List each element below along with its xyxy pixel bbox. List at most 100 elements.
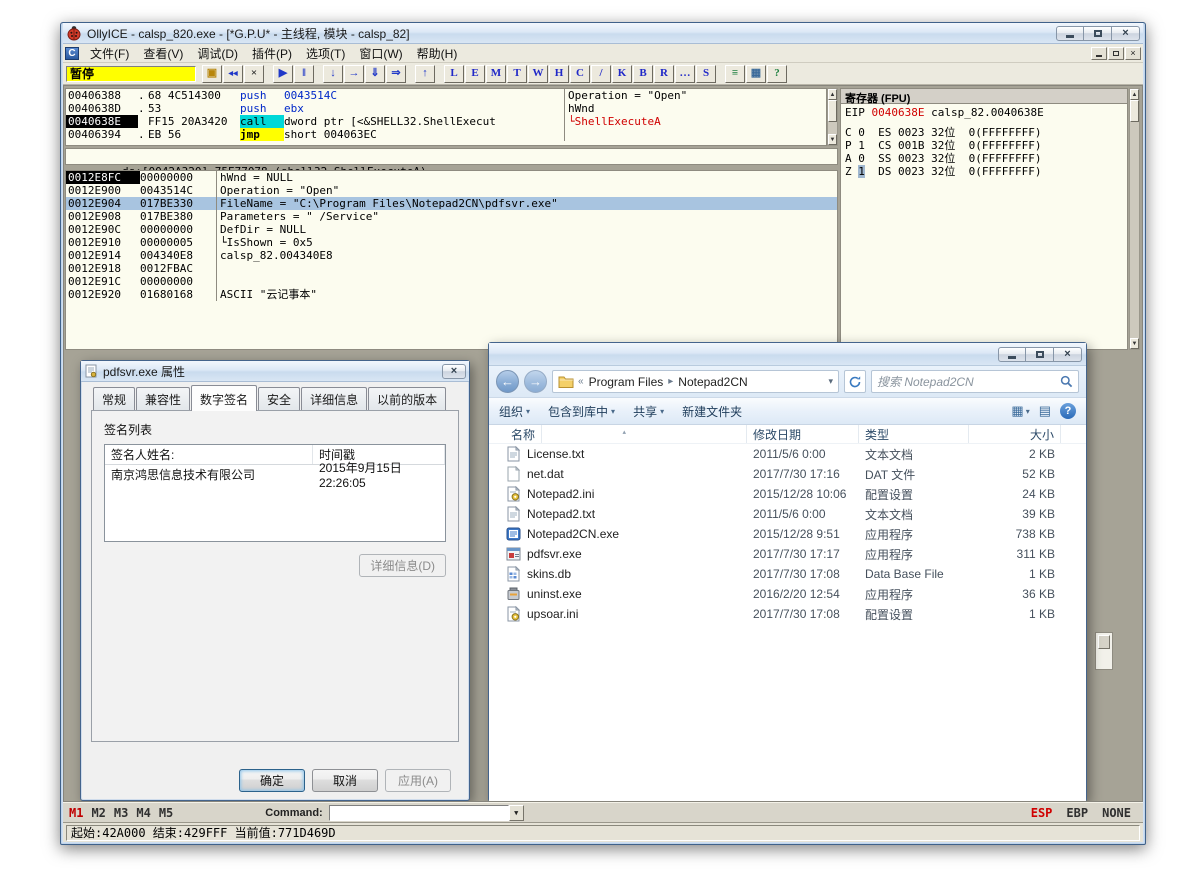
disassembly-scrollbar[interactable]: ▲ ▼ — [827, 88, 838, 146]
menu-item[interactable]: 文件(F) — [83, 43, 136, 64]
mdi-close-button[interactable]: × — [1125, 47, 1141, 60]
register-flag-row[interactable]: Z 1 DS 0023 32位 0(FFFFFFFF) — [845, 165, 1123, 178]
close-button[interactable]: × — [1054, 347, 1082, 362]
dialog-close-button[interactable]: × — [442, 364, 466, 379]
scroll-down-icon[interactable]: ▼ — [1130, 338, 1139, 349]
tab-2[interactable]: 数字签名 — [191, 385, 257, 411]
cpu-window-icon[interactable]: C — [65, 47, 79, 60]
scroll-thumb[interactable] — [1098, 635, 1110, 649]
indicator-none[interactable]: NONE — [1102, 806, 1131, 820]
address-bar[interactable]: «Program Files▸Notepad2CN ▾ — [552, 370, 839, 393]
close-button[interactable]: × — [1112, 26, 1140, 41]
file-row[interactable]: Notepad2CN.exe2015/12/28 9:51应用程序738 KB — [489, 524, 1086, 544]
stack-row[interactable]: 0012E904017BE330FileName = "C:\Program F… — [66, 197, 837, 210]
search-input[interactable] — [877, 375, 1060, 389]
toolbar-close-button[interactable]: × — [244, 65, 264, 83]
mdi-restore-button[interactable] — [1108, 47, 1124, 60]
menu-item[interactable]: 选项(T) — [299, 43, 352, 64]
file-row[interactable]: uninst.exe2016/2/20 12:54应用程序36 KB — [489, 584, 1086, 604]
tab-5[interactable]: 以前的版本 — [368, 387, 446, 411]
disasm-row[interactable]: 00406394.EB 56jmpshort 004063EC — [66, 128, 826, 141]
toolbar-help-button[interactable]: ? — [767, 65, 787, 83]
toolbar-view-handles-button[interactable]: H — [549, 65, 569, 83]
m-button-m3[interactable]: M3 — [114, 806, 128, 820]
register-eip-row[interactable]: EIP 0040638E calsp_82.0040638E — [845, 106, 1123, 119]
column-signer-name[interactable]: 签名人姓名: — [105, 445, 313, 464]
address-dropdown-icon[interactable]: ▾ — [828, 376, 833, 387]
file-row[interactable]: Notepad2.ini2015/12/28 10:06配置设置24 KB — [489, 484, 1086, 504]
m-button-m1[interactable]: M1 — [69, 806, 83, 820]
disasm-row[interactable]: 0040638EFF15 20A3420calldword ptr [<&SHE… — [66, 115, 826, 128]
maximize-button[interactable] — [1026, 347, 1054, 362]
toolbar-pause-button[interactable]: ‖ — [294, 65, 314, 83]
toolbar-appearance-button[interactable]: ≡ — [725, 65, 745, 83]
toolbar-animate-into-button[interactable]: ⇓ — [365, 65, 385, 83]
m-button-m5[interactable]: M5 — [159, 806, 173, 820]
register-flag-row[interactable]: P 1 CS 001B 32位 0(FFFFFFFF) — [845, 139, 1123, 152]
file-row[interactable]: pdfsvr.exe2017/7/30 17:17应用程序311 KB — [489, 544, 1086, 564]
scroll-down-icon[interactable]: ▼ — [828, 134, 837, 145]
disasm-row[interactable]: 0040638D.53pushebxhWnd — [66, 102, 826, 115]
menu-item[interactable]: 帮助(H) — [410, 43, 465, 64]
menu-item[interactable]: 调试(D) — [190, 43, 245, 64]
toolbar-step-into-button[interactable]: ↓ — [323, 65, 343, 83]
disasm-row[interactable]: 00406388.68 4C514300push0043514COperatio… — [66, 89, 826, 102]
toolbar-view-threads-button[interactable]: T — [507, 65, 527, 83]
m-button-m2[interactable]: M2 — [91, 806, 105, 820]
menu-item[interactable]: 窗口(W) — [352, 43, 409, 64]
toolbar-view-references-button[interactable]: R — [654, 65, 674, 83]
maximize-button[interactable] — [1084, 26, 1112, 41]
toolbar-view-windows-button[interactable]: W — [528, 65, 548, 83]
obscured-scrollbar-fragment[interactable] — [1095, 632, 1113, 670]
toolbar-view-source-button[interactable]: S — [696, 65, 716, 83]
explorer-titlebar[interactable]: × — [489, 343, 1086, 366]
stack-row[interactable]: 0012E914004340E8calsp_82.004340E8 — [66, 249, 837, 262]
cancel-button[interactable]: 取消 — [312, 769, 378, 792]
minimize-button[interactable] — [998, 347, 1026, 362]
toolbar-view-breakpoints-button[interactable]: B — [633, 65, 653, 83]
register-flag-row[interactable]: C 0 ES 0023 32位 0(FFFFFFFF) — [845, 126, 1123, 139]
scroll-thumb[interactable] — [1130, 100, 1139, 122]
breadcrumb-item[interactable]: Notepad2CN — [675, 374, 750, 390]
file-row[interactable]: skins.db2017/7/30 17:08Data Base File1 K… — [489, 564, 1086, 584]
change-view-button[interactable]: ▦▾ — [1011, 403, 1029, 419]
breadcrumb-item[interactable]: Program Files — [586, 374, 667, 390]
toolbar-view-memory-button[interactable]: M — [486, 65, 506, 83]
tab-0[interactable]: 常规 — [93, 387, 135, 411]
toolbar-view-call-stack-button[interactable]: K — [612, 65, 632, 83]
refresh-button[interactable] — [844, 370, 866, 393]
minimize-button[interactable] — [1056, 26, 1084, 41]
stack-row[interactable]: 0012E90C00000000DefDir = NULL — [66, 223, 837, 236]
toolbar-animate-over-button[interactable]: ⇒ — [386, 65, 406, 83]
explorer-toolbar-include-in-library[interactable]: 包含到库中▾ — [548, 403, 615, 420]
stack-row[interactable]: 0012E8FC00000000hWnd = NULL — [66, 171, 837, 184]
explorer-toolbar-organize[interactable]: 组织▾ — [499, 403, 530, 420]
signature-row[interactable]: 南京鸿思信息技术有限公司 2015年9月15日 22:26:05 — [105, 465, 445, 484]
command-dropdown-icon[interactable]: ▼ — [509, 805, 524, 821]
stack-row[interactable]: 0012E92001680168ASCII "云记事本" — [66, 288, 837, 301]
file-row[interactable]: Notepad2.txt2011/5/6 0:00文本文档39 KB — [489, 504, 1086, 524]
toolbar-step-over-button[interactable]: → — [344, 65, 364, 83]
mdi-minimize-button[interactable] — [1091, 47, 1107, 60]
toolbar-windows-list-button[interactable]: ▦ — [746, 65, 766, 83]
explorer-toolbar-new-folder[interactable]: 新建文件夹 — [682, 403, 742, 420]
tab-3[interactable]: 安全 — [258, 387, 300, 411]
forward-button[interactable]: → — [524, 370, 547, 393]
toolbar-view-patches-button[interactable]: / — [591, 65, 611, 83]
file-row[interactable]: upsoar.ini2017/7/30 17:08配置设置1 KB — [489, 604, 1086, 624]
stack-row[interactable]: 0012E9180012FBAC — [66, 262, 837, 275]
dialog-titlebar[interactable]: pdfsvr.exe 属性 × — [81, 361, 469, 382]
toolbar-view-executables-button[interactable]: E — [465, 65, 485, 83]
m-button-m4[interactable]: M4 — [136, 806, 150, 820]
file-row[interactable]: License.txt2011/5/6 0:00文本文档2 KB — [489, 444, 1086, 464]
toolbar-restart-button[interactable]: ◀◀ — [223, 65, 243, 83]
scroll-thumb[interactable] — [828, 100, 837, 122]
toolbar-execute-till-return-button[interactable]: ↑ — [415, 65, 435, 83]
tab-4[interactable]: 详细信息 — [301, 387, 367, 411]
stack-row[interactable]: 0012E91000000005└IsShown = 0x5 — [66, 236, 837, 249]
indicator-esp[interactable]: ESP — [1031, 806, 1053, 820]
command-input[interactable] — [329, 805, 509, 821]
stack-row[interactable]: 0012E9000043514COperation = "Open" — [66, 184, 837, 197]
stack-row[interactable]: 0012E908017BE380Parameters = " /Service" — [66, 210, 837, 223]
column-header-name[interactable]: 名称▴ — [499, 425, 747, 443]
